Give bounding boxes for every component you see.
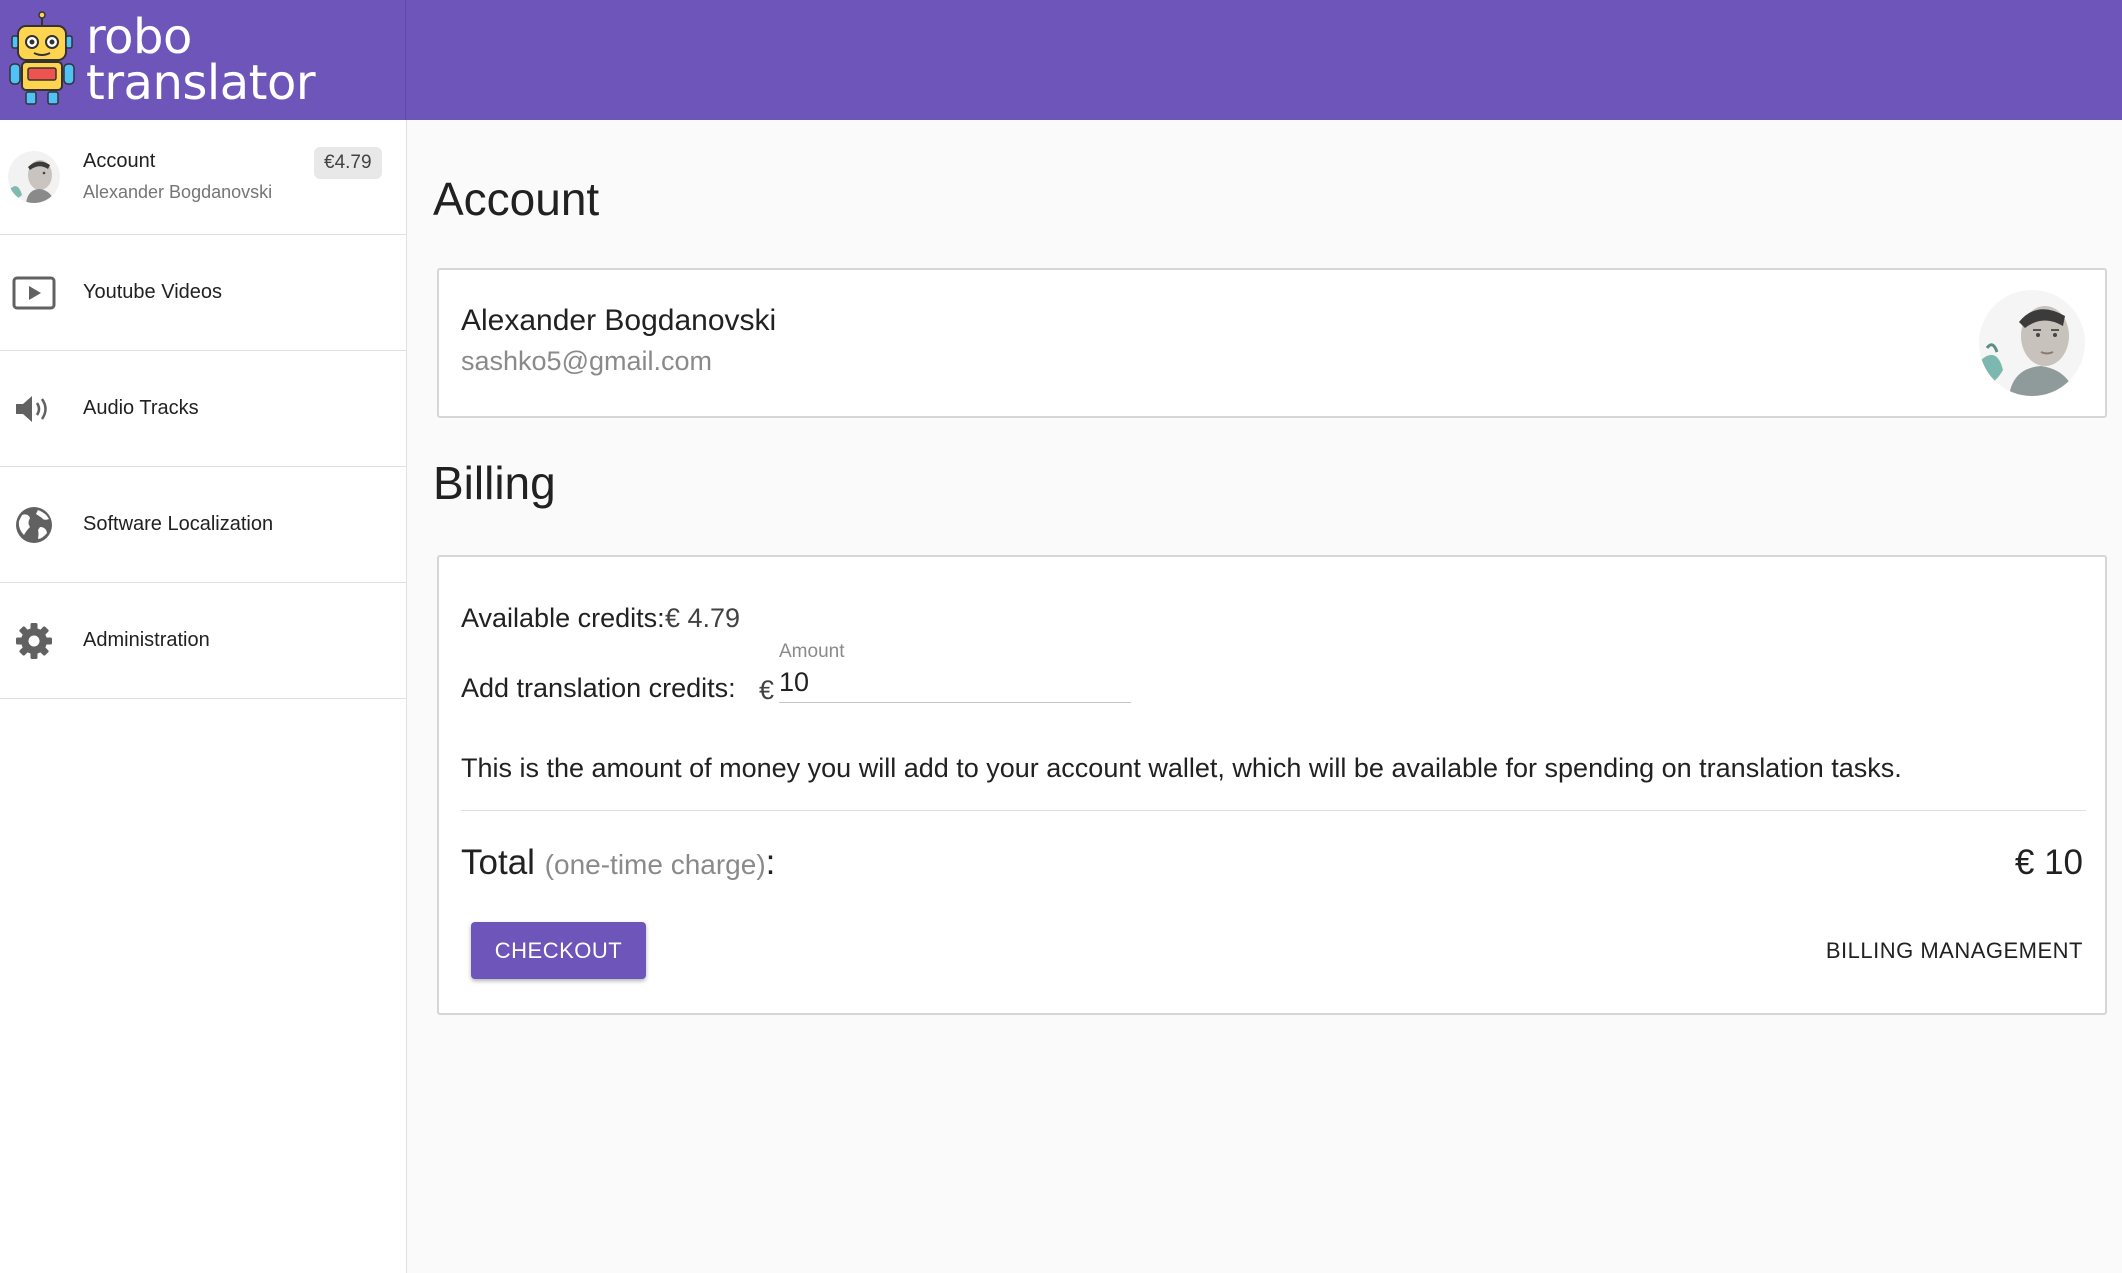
available-credits-label: Available credits: bbox=[461, 603, 665, 633]
profile-card: Alexander Bogdanovski sashko5@gmail.com bbox=[437, 268, 2107, 418]
sidebar-item-youtube-videos[interactable]: Youtube Videos bbox=[0, 235, 406, 351]
user-avatar-icon bbox=[8, 151, 60, 203]
brand-line-2: translator bbox=[86, 55, 316, 111]
robot-logo-icon bbox=[9, 11, 75, 105]
sidebar-item-software-localization[interactable]: Software Localization bbox=[0, 467, 406, 583]
play-icon bbox=[8, 267, 60, 319]
amount-field-label: Amount bbox=[779, 641, 845, 662]
available-credits-value: € 4.79 bbox=[665, 603, 741, 633]
sidebar-item-audio-tracks[interactable]: Audio Tracks bbox=[0, 351, 406, 467]
main-content: Account Alexander Bogdanovski sashko5@gm… bbox=[407, 120, 2122, 1273]
page-title-account: Account bbox=[433, 173, 600, 225]
add-credits-label: Add translation credits: bbox=[461, 673, 736, 703]
sidebar-item-label: Audio Tracks bbox=[83, 397, 199, 419]
brand-line-1: robo bbox=[86, 9, 192, 65]
volume-icon bbox=[8, 383, 60, 435]
sidebar-item-label: Software Localization bbox=[83, 513, 274, 535]
user-avatar-icon bbox=[1979, 290, 2085, 396]
page-title-billing: Billing bbox=[433, 457, 556, 509]
sidebar-item-label: Administration bbox=[83, 629, 210, 651]
account-avatar-wrapper bbox=[8, 151, 60, 203]
sidebar-account-user: Alexander Bogdanovski bbox=[83, 182, 273, 202]
top-app-bar: robo translator bbox=[0, 0, 2122, 120]
billing-card: Available credits: € 4.79 Add translatio… bbox=[437, 555, 2107, 1015]
checkout-button[interactable]: CHECKOUT bbox=[471, 922, 646, 979]
avatar bbox=[8, 151, 60, 203]
sidebar-item-label: Account bbox=[83, 150, 156, 172]
total-note: (one-time charge) bbox=[544, 849, 766, 880]
divider bbox=[461, 810, 2086, 811]
sidebar-item-administration[interactable]: Administration bbox=[0, 583, 406, 699]
total-colon: : bbox=[765, 843, 776, 882]
brand-logo[interactable]: robo translator bbox=[0, 0, 406, 120]
sidebar-nav: Account Alexander Bogdanovski €4.79 Yout… bbox=[0, 120, 407, 1273]
total-label: Total (one-time charge): bbox=[461, 843, 775, 883]
total-label-text: Total bbox=[461, 843, 535, 882]
avatar bbox=[1979, 290, 2085, 396]
globe-icon bbox=[8, 499, 60, 551]
billing-management-button[interactable]: BILLING MANAGEMENT bbox=[1826, 922, 2083, 979]
sidebar-item-label: Youtube Videos bbox=[83, 281, 223, 303]
total-value: € 10 bbox=[2014, 843, 2083, 882]
gear-icon bbox=[8, 615, 60, 667]
profile-name: Alexander Bogdanovski bbox=[461, 304, 777, 337]
billing-description: This is the amount of money you will add… bbox=[461, 753, 1902, 783]
profile-email: sashko5@gmail.com bbox=[461, 346, 713, 376]
sidebar-item-account[interactable]: Account Alexander Bogdanovski €4.79 bbox=[0, 120, 406, 235]
brand-name: robo translator bbox=[86, 9, 316, 111]
balance-badge: €4.79 bbox=[314, 147, 382, 179]
currency-symbol: € bbox=[759, 675, 775, 705]
amount-input[interactable] bbox=[779, 663, 1131, 703]
